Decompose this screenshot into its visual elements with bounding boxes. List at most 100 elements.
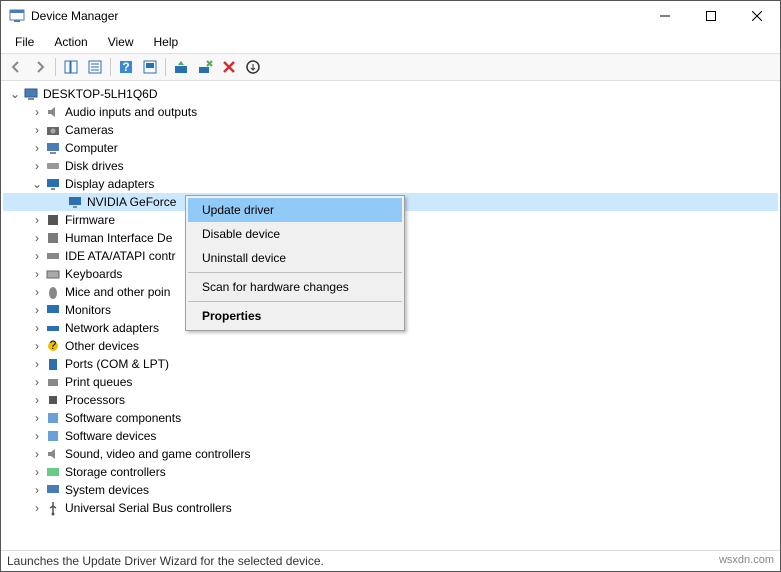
- menu-file[interactable]: File: [7, 33, 42, 51]
- expand-icon[interactable]: ›: [29, 448, 45, 460]
- close-button[interactable]: [734, 1, 780, 31]
- back-button[interactable]: [5, 56, 27, 78]
- disable-button[interactable]: [218, 56, 240, 78]
- menu-bar: File Action View Help: [1, 31, 780, 53]
- status-text: Launches the Update Driver Wizard for th…: [7, 554, 324, 568]
- context-menu: Update driver Disable device Uninstall d…: [185, 195, 405, 331]
- category-label: Keyboards: [65, 267, 122, 281]
- category-label: Audio inputs and outputs: [65, 105, 197, 119]
- tree-category[interactable]: ›Cameras: [3, 121, 778, 139]
- tree-category[interactable]: ›Ports (COM & LPT): [3, 355, 778, 373]
- tree-category[interactable]: ›Universal Serial Bus controllers: [3, 499, 778, 517]
- menu-view[interactable]: View: [100, 33, 142, 51]
- software-icon: [45, 410, 61, 426]
- tree-category[interactable]: › Computer: [3, 139, 778, 157]
- expand-icon[interactable]: ›: [29, 502, 45, 514]
- expand-icon[interactable]: ›: [29, 466, 45, 478]
- disk-icon: [45, 158, 61, 174]
- forward-button[interactable]: [29, 56, 51, 78]
- expand-icon[interactable]: ›: [29, 142, 45, 154]
- category-label: Display adapters: [65, 177, 154, 191]
- expand-icon[interactable]: ›: [29, 358, 45, 370]
- category-label: Mice and other poin: [65, 285, 170, 299]
- tree-category[interactable]: › Processors: [3, 391, 778, 409]
- title-bar: Device Manager: [1, 1, 780, 31]
- show-hide-tree-button[interactable]: [60, 56, 82, 78]
- ctx-update-driver[interactable]: Update driver: [188, 198, 402, 222]
- category-label: Monitors: [65, 303, 111, 317]
- tree-category[interactable]: ›Storage controllers: [3, 463, 778, 481]
- tree-category[interactable]: › Audio inputs and outputs: [3, 103, 778, 121]
- expand-icon[interactable]: ›: [29, 376, 45, 388]
- tree-category[interactable]: ›Software components: [3, 409, 778, 427]
- computer-icon: [45, 140, 61, 156]
- scan-hardware-button[interactable]: [139, 56, 161, 78]
- other-icon: ?: [45, 338, 61, 354]
- category-label: Other devices: [65, 339, 139, 353]
- expand-icon[interactable]: ›: [29, 106, 45, 118]
- expand-icon[interactable]: ›: [29, 232, 45, 244]
- category-label: Print queues: [65, 375, 132, 389]
- mouse-icon: [45, 284, 61, 300]
- tree-category[interactable]: › Sound, video and game controllers: [3, 445, 778, 463]
- status-bar: Launches the Update Driver Wizard for th…: [1, 550, 780, 571]
- category-label: IDE ATA/ATAPI contr: [65, 249, 175, 263]
- network-icon: [45, 320, 61, 336]
- tree-category[interactable]: ›Software devices: [3, 427, 778, 445]
- storage-icon: [45, 464, 61, 480]
- software-icon: [45, 428, 61, 444]
- computer-icon: [23, 86, 39, 102]
- category-label: Sound, video and game controllers: [65, 447, 250, 461]
- update-driver-button[interactable]: [170, 56, 192, 78]
- expand-icon[interactable]: ›: [29, 268, 45, 280]
- tree-category[interactable]: ›? Other devices: [3, 337, 778, 355]
- tree-category[interactable]: ›System devices: [3, 481, 778, 499]
- expand-icon[interactable]: ›: [29, 124, 45, 136]
- category-label: Network adapters: [65, 321, 159, 335]
- hid-icon: [45, 230, 61, 246]
- tree-root[interactable]: ⌄ DESKTOP-5LH1Q6D: [3, 85, 778, 103]
- expand-icon[interactable]: ›: [29, 304, 45, 316]
- collapse-icon[interactable]: ⌄: [7, 88, 23, 100]
- expand-icon[interactable]: ›: [29, 340, 45, 352]
- menu-action[interactable]: Action: [46, 33, 95, 51]
- category-label: Processors: [65, 393, 125, 407]
- sound-icon: [45, 446, 61, 462]
- expand-icon[interactable]: ›: [29, 412, 45, 424]
- help-button[interactable]: ?: [115, 56, 137, 78]
- expand-icon[interactable]: ›: [29, 286, 45, 298]
- tree-category-expanded[interactable]: ⌄ Display adapters: [3, 175, 778, 193]
- maximize-button[interactable]: [688, 1, 734, 31]
- category-label: Firmware: [65, 213, 115, 227]
- ctx-uninstall-device[interactable]: Uninstall device: [188, 246, 402, 270]
- menu-help[interactable]: Help: [146, 33, 187, 51]
- firmware-icon: [45, 212, 61, 228]
- ide-icon: [45, 248, 61, 264]
- ctx-disable-device[interactable]: Disable device: [188, 222, 402, 246]
- display-icon: [45, 176, 61, 192]
- enable-button[interactable]: [242, 56, 264, 78]
- uninstall-button[interactable]: [194, 56, 216, 78]
- app-icon: [9, 8, 25, 24]
- processor-icon: [45, 392, 61, 408]
- expand-icon[interactable]: ›: [29, 430, 45, 442]
- expand-icon[interactable]: ›: [29, 214, 45, 226]
- printer-icon: [45, 374, 61, 390]
- collapse-icon[interactable]: ⌄: [29, 178, 45, 190]
- minimize-button[interactable]: [642, 1, 688, 31]
- tree-category[interactable]: › Print queues: [3, 373, 778, 391]
- ctx-properties[interactable]: Properties: [188, 304, 402, 328]
- expand-icon[interactable]: ›: [29, 394, 45, 406]
- audio-icon: [45, 104, 61, 120]
- properties-button[interactable]: [84, 56, 106, 78]
- keyboard-icon: [45, 266, 61, 282]
- expand-icon[interactable]: ›: [29, 322, 45, 334]
- ctx-scan-hardware[interactable]: Scan for hardware changes: [188, 275, 402, 299]
- category-label: Computer: [65, 141, 118, 155]
- expand-icon[interactable]: ›: [29, 250, 45, 262]
- expand-icon[interactable]: ›: [29, 160, 45, 172]
- watermark: wsxdn.com: [719, 554, 774, 568]
- expand-icon[interactable]: ›: [29, 484, 45, 496]
- tree-category[interactable]: ›Disk drives: [3, 157, 778, 175]
- system-icon: [45, 482, 61, 498]
